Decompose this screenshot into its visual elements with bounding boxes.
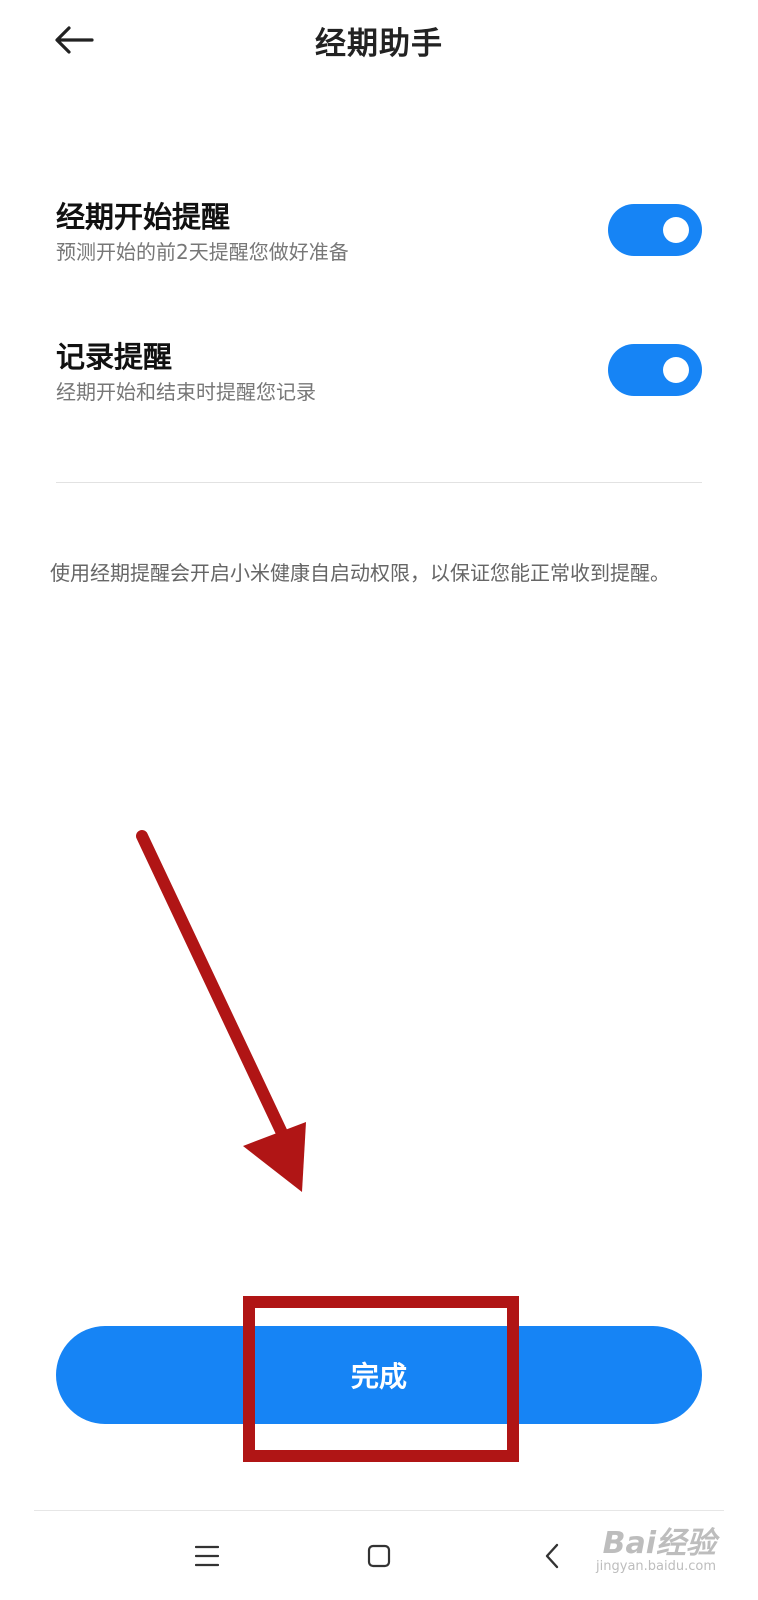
setting-row-record-reminder: 记录提醒 经期开始和结束时提醒您记录 bbox=[56, 334, 702, 424]
top-bar: 经期助手 bbox=[0, 0, 758, 80]
baidu-watermark: Bai经验 jingyan.baidu.com bbox=[596, 1528, 716, 1574]
setting-title: 记录提醒 bbox=[56, 340, 173, 374]
setting-description: 预测开始的前2天提醒您做好准备 bbox=[56, 240, 349, 264]
permission-note: 使用经期提醒会开启小米健康自启动权限，以保证您能正常收到提醒。 bbox=[50, 561, 670, 585]
record-reminder-toggle[interactable] bbox=[608, 344, 702, 396]
back-nav-button[interactable] bbox=[527, 1531, 577, 1581]
setting-row-period-start-reminder: 经期开始提醒 预测开始的前2天提醒您做好准备 bbox=[56, 194, 702, 284]
home-square-icon bbox=[367, 1544, 391, 1568]
menu-button[interactable] bbox=[182, 1531, 232, 1581]
watermark-logo: Bai经验 bbox=[602, 1526, 716, 1561]
chevron-left-icon bbox=[545, 1543, 559, 1569]
menu-icon bbox=[195, 1545, 219, 1567]
page-title: 经期助手 bbox=[315, 26, 443, 62]
watermark-url: jingyan.baidu.com bbox=[596, 1559, 716, 1574]
setting-description: 经期开始和结束时提醒您记录 bbox=[56, 380, 316, 404]
toggle-knob bbox=[663, 357, 689, 383]
toggle-knob bbox=[663, 217, 689, 243]
setting-title: 经期开始提醒 bbox=[56, 200, 231, 234]
done-button[interactable]: 完成 bbox=[56, 1326, 702, 1424]
section-divider bbox=[56, 482, 702, 483]
period-start-reminder-toggle[interactable] bbox=[608, 204, 702, 256]
home-button[interactable] bbox=[354, 1531, 404, 1581]
